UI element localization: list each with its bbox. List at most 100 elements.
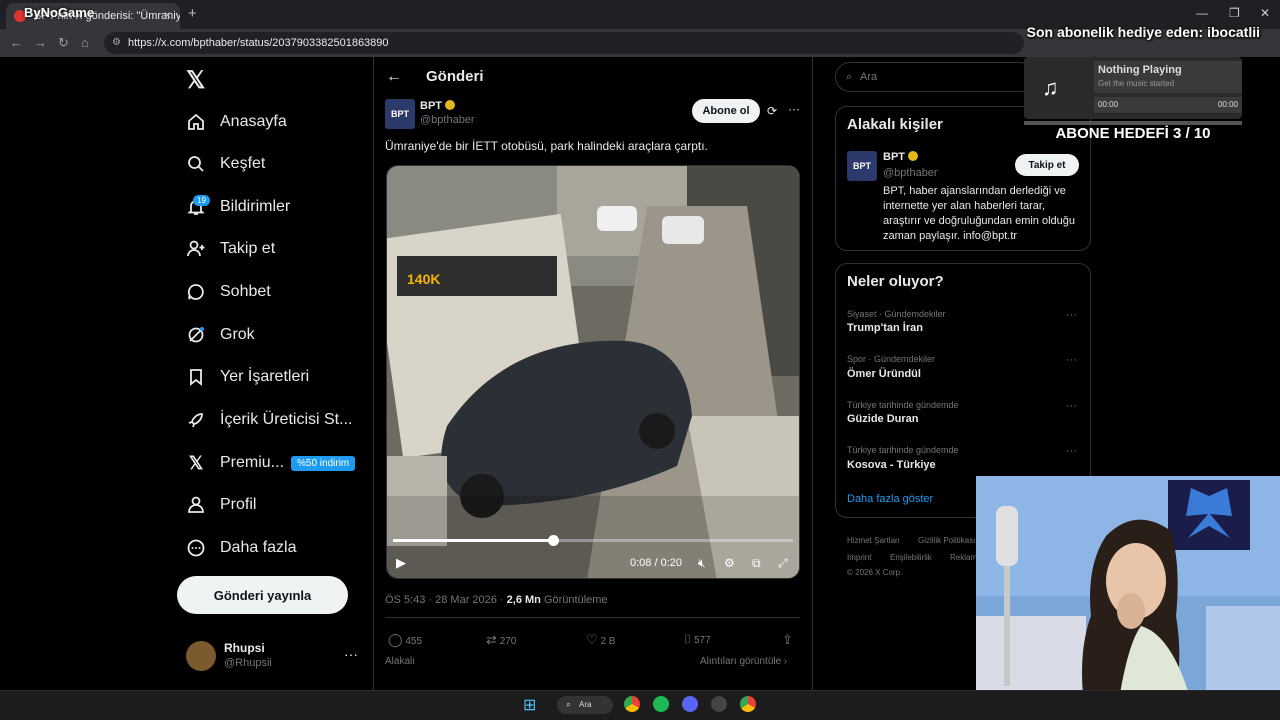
- discord-icon[interactable]: [682, 696, 698, 712]
- post-more-icon[interactable]: ···: [788, 102, 800, 116]
- webcam-feed: [976, 476, 1280, 720]
- author-name[interactable]: BPT: [420, 100, 455, 112]
- trend-item[interactable]: Güzide Duran: [847, 413, 919, 425]
- post-timestamp: ÖS 5:43 · 28 Mar 2026 ·: [385, 594, 507, 606]
- windows-start-icon[interactable]: ⊞: [523, 695, 536, 715]
- bookmark-count: 577: [693, 635, 711, 646]
- nav-creator-studio-label: İçerik Üreticisi St...: [220, 411, 353, 428]
- bookmark-icon: [186, 367, 206, 387]
- nav-home[interactable]: Anasayfa: [186, 103, 287, 141]
- views-count: 2,6 Mn: [506, 594, 541, 606]
- nav-more[interactable]: Daha fazla: [186, 529, 297, 567]
- person-name-text: BPT: [883, 151, 905, 163]
- subscriber-goal-text: ABONE HEDEFİ 3 / 10: [1055, 125, 1211, 142]
- person-avatar[interactable]: BPT: [847, 151, 877, 181]
- repost-icon: ⇄: [486, 632, 497, 647]
- nav-explore[interactable]: Keşfet: [186, 145, 265, 183]
- obs-icon[interactable]: [711, 696, 727, 712]
- nav-grok[interactable]: Grok: [186, 316, 255, 354]
- fullscreen-icon[interactable]: ⤢: [778, 556, 788, 571]
- settings-icon[interactable]: ⚙: [724, 556, 735, 570]
- chrome-active-icon[interactable]: [740, 696, 756, 712]
- back-arrow-icon[interactable]: ←: [386, 68, 402, 86]
- window-close-icon[interactable]: ✕: [1260, 6, 1270, 20]
- trends-title: Neler oluyor?: [847, 273, 944, 290]
- post-button[interactable]: Gönderi yayınla: [177, 576, 348, 614]
- new-tab-icon[interactable]: +: [188, 5, 197, 22]
- trend-more-icon[interactable]: ···: [1066, 400, 1077, 412]
- reload-icon[interactable]: ↻: [58, 35, 69, 51]
- footer-terms-link[interactable]: Hizmet Şartları: [847, 536, 900, 545]
- search-input[interactable]: ⌕ Ara: [835, 62, 1035, 92]
- taskbar-search-label: Ara: [579, 700, 592, 709]
- bookmark-button[interactable]: ⌷ 577: [684, 632, 711, 647]
- subscribe-button[interactable]: Abone ol: [692, 99, 760, 123]
- site-info-icon[interactable]: ⚙: [112, 37, 121, 48]
- view-quotes-link[interactable]: Alıntıları görüntüle ›: [700, 656, 787, 667]
- trend-item[interactable]: Kosova - Türkiye: [847, 459, 936, 471]
- account-handle: @Rhupsii: [224, 657, 272, 669]
- account-name: Rhupsi: [224, 641, 265, 655]
- chat-icon: [186, 282, 206, 302]
- follow-button[interactable]: Takip et: [1015, 154, 1079, 176]
- author-handle[interactable]: @bpthaber: [420, 114, 475, 126]
- forward-nav-icon[interactable]: →: [34, 35, 47, 50]
- footer-privacy-link[interactable]: Gizlilik Politikası: [918, 536, 975, 545]
- nav-notifications[interactable]: Bildirimler: [186, 188, 290, 226]
- follow-icon: [186, 239, 206, 259]
- video-time: 0:08 / 0:20: [630, 557, 682, 569]
- trend-more-icon[interactable]: ···: [1066, 309, 1077, 321]
- nav-profile[interactable]: Profil: [186, 486, 256, 524]
- chrome-icon[interactable]: [624, 696, 640, 712]
- notification-count-badge: 19: [193, 195, 210, 206]
- music-time-start: 00:00: [1098, 100, 1119, 109]
- related-dropdown[interactable]: Alakalı: [385, 656, 415, 667]
- play-icon[interactable]: ▶: [396, 555, 406, 571]
- person-name[interactable]: BPT: [883, 151, 918, 163]
- like-count: 2 B: [600, 636, 616, 647]
- grok-explain-icon[interactable]: ⟳: [767, 104, 777, 118]
- nav-creator-studio[interactable]: İçerik Üreticisi St...: [186, 401, 352, 439]
- bookmark-action-icon: ⌷: [684, 632, 692, 646]
- video-progress-handle[interactable]: [548, 535, 559, 546]
- account-more-icon[interactable]: ···: [344, 646, 358, 662]
- repost-button[interactable]: ⇄ 270: [486, 632, 516, 648]
- show-more-link[interactable]: Daha fazla göster: [847, 493, 933, 505]
- share-button[interactable]: ⇪: [782, 632, 793, 648]
- trend-category: Türkiye tarihinde gündemde: [847, 445, 959, 455]
- address-bar[interactable]: ⚙ https://x.com/bpthaber/status/20379033…: [104, 32, 1024, 54]
- maximize-icon[interactable]: ❐: [1229, 6, 1240, 20]
- nav-bookmarks[interactable]: Yer İşaretleri: [186, 358, 309, 396]
- search-icon: [186, 154, 206, 174]
- tab-close-icon[interactable]: ×: [164, 8, 171, 22]
- spotify-icon[interactable]: [653, 696, 669, 712]
- nav-chat[interactable]: Sohbet: [186, 273, 271, 311]
- trend-item[interactable]: Ömer Üründül: [847, 368, 921, 380]
- avatar[interactable]: [186, 641, 216, 671]
- trend-item[interactable]: Trump'tan İran: [847, 322, 923, 334]
- home-browser-icon[interactable]: ⌂: [81, 35, 89, 50]
- footer-imprint-link[interactable]: Imprint: [847, 553, 871, 562]
- profile-icon: [186, 495, 206, 515]
- x-logo-icon[interactable]: 𝕏: [186, 66, 205, 95]
- taskbar-search[interactable]: ⌕ Ara: [557, 696, 613, 714]
- trend-more-icon[interactable]: ···: [1066, 445, 1077, 457]
- minimize-icon[interactable]: —: [1196, 6, 1208, 20]
- pip-icon[interactable]: ⧉: [752, 556, 761, 571]
- nav-follow-label: Takip et: [220, 240, 276, 257]
- back-nav-icon[interactable]: ←: [10, 35, 23, 50]
- trend-category: Spor · Gündemdekiler: [847, 354, 936, 364]
- volume-muted-icon[interactable]: 🔇︎: [698, 556, 706, 571]
- footer-ads-link[interactable]: Reklam: [950, 553, 977, 562]
- trend-more-icon[interactable]: ···: [1066, 354, 1077, 366]
- post-video[interactable]: 140K: [386, 165, 800, 579]
- like-button[interactable]: ♡ 2 B: [586, 632, 615, 648]
- author-avatar[interactable]: BPT: [385, 99, 415, 129]
- nav-explore-label: Keşfet: [220, 155, 266, 172]
- music-widget: ♫ Nothing Playing Get the music started …: [1024, 57, 1242, 119]
- nav-follow[interactable]: Takip et: [186, 230, 275, 268]
- person-handle[interactable]: @bpthaber: [883, 167, 938, 179]
- footer-accessibility-link[interactable]: Erişilebilirlik: [890, 553, 932, 562]
- reply-button[interactable]: ◯ 455: [388, 632, 422, 648]
- nav-premium[interactable]: 𝕏 Premiu...: [186, 444, 284, 482]
